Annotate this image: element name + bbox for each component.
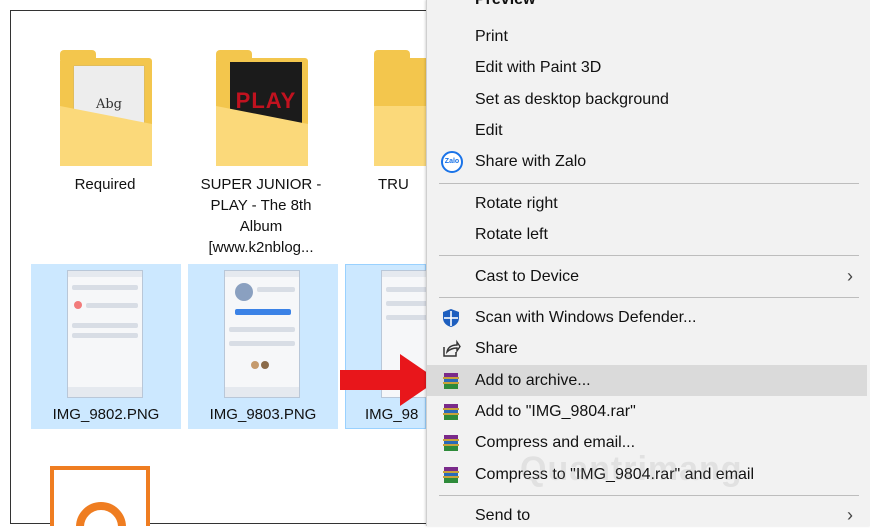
watermark: Quantrimang: [520, 450, 743, 488]
menu-item-edit-paint-3d[interactable]: Edit with Paint 3D: [427, 52, 867, 83]
menu-item-rotate-left[interactable]: Rotate left: [427, 219, 867, 250]
menu-item-share[interactable]: Share: [427, 333, 867, 364]
file-label: IMG_9802.PNG: [52, 406, 160, 423]
file-partial-document[interactable]: [50, 466, 158, 526]
menu-separator: [439, 255, 859, 256]
windows-defender-icon: [443, 309, 459, 327]
red-arrow-annotation: [340, 354, 438, 406]
winrar-icon: [443, 435, 459, 451]
menu-item-edit[interactable]: Edit: [427, 115, 867, 146]
menu-item-add-to-rar[interactable]: Add to "IMG_9804.rar": [427, 396, 867, 427]
menu-item-print[interactable]: Print: [427, 21, 867, 52]
menu-item-set-desktop-background[interactable]: Set as desktop background: [427, 84, 867, 115]
menu-item-send-to[interactable]: Send to ›: [427, 500, 867, 531]
file-img-9802[interactable]: IMG_9802.PNG: [31, 264, 181, 429]
chevron-right-icon: ›: [847, 505, 853, 525]
file-label: IMG_9803.PNG: [209, 406, 317, 423]
image-thumbnail: [67, 270, 143, 398]
file-label: TRU: [378, 176, 409, 193]
share-icon: [443, 339, 461, 357]
menu-separator: [439, 297, 859, 298]
menu-separator: [439, 183, 859, 184]
chevron-right-icon: ›: [847, 266, 853, 286]
winrar-icon: [443, 467, 459, 483]
zalo-icon: Zalo: [441, 151, 463, 173]
winrar-icon: [443, 373, 459, 389]
folder-required[interactable]: Abg Required: [30, 40, 180, 200]
context-menu: Preview Print Edit with Paint 3D Set as …: [426, 0, 870, 526]
menu-item-add-to-archive[interactable]: Add to archive...: [427, 365, 867, 396]
file-img-9803[interactable]: IMG_9803.PNG: [188, 264, 338, 429]
file-label: SUPER JUNIOR - PLAY - The 8th Album [www…: [200, 176, 322, 256]
menu-separator: [439, 495, 859, 496]
file-label: IMG_98: [365, 406, 419, 423]
image-thumbnail: [224, 270, 300, 398]
menu-item-cast-to-device[interactable]: Cast to Device ›: [427, 261, 867, 292]
menu-item-rotate-right[interactable]: Rotate right: [427, 188, 867, 219]
winrar-icon: [443, 404, 459, 420]
menu-item-scan-defender[interactable]: Scan with Windows Defender...: [427, 302, 867, 333]
menu-item-share-zalo[interactable]: Zalo Share with Zalo: [427, 146, 867, 177]
menu-item-preview[interactable]: Preview: [427, 0, 867, 15]
file-label: Required: [74, 176, 136, 193]
folder-super-junior[interactable]: PLAY SUPER JUNIOR - PLAY - The 8th Album…: [186, 40, 336, 260]
folder-tru[interactable]: TRU: [344, 40, 426, 200]
